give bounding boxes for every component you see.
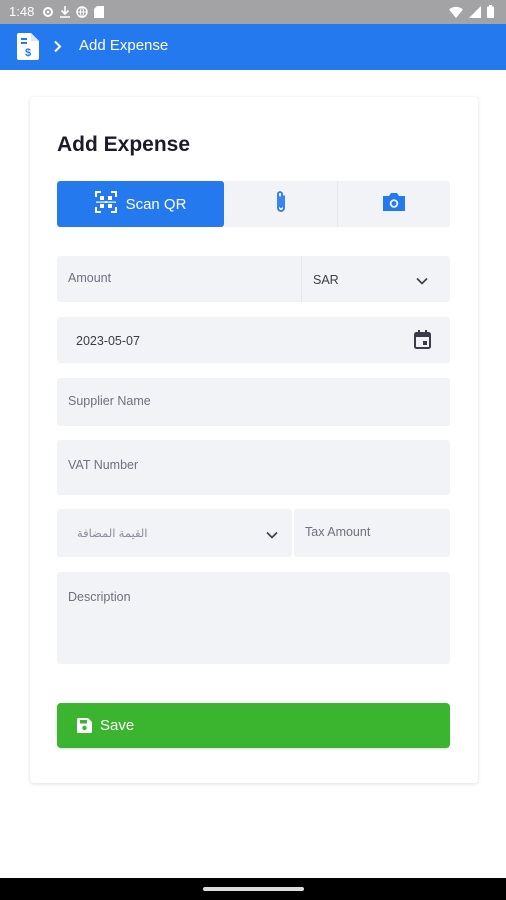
status-time: 1:48 [9, 4, 35, 19]
paperclip-icon [275, 190, 287, 219]
vat-type-select[interactable]: القيمة المضافة [57, 509, 292, 557]
invoice-dollar-icon[interactable]: $ [17, 33, 39, 65]
amount-currency-divider [301, 256, 302, 302]
vat-number-placeholder: VAT Number [68, 458, 139, 472]
save-button-label: Save [100, 717, 135, 734]
home-gesture-handle[interactable] [203, 887, 304, 891]
tax-amount-field[interactable]: Tax Amount [294, 509, 450, 557]
tax-amount-placeholder: Tax Amount [305, 525, 371, 539]
camera-icon [381, 191, 407, 218]
currency-select[interactable]: SAR [313, 273, 339, 287]
supplier-name-field[interactable]: Supplier Name [57, 378, 450, 426]
amount-placeholder: Amount [68, 271, 112, 285]
date-value: 2023-05-07 [76, 334, 140, 348]
chevron-down-icon[interactable] [266, 528, 278, 542]
app-bar: $ Add Expense [0, 24, 506, 70]
supplier-name-placeholder: Supplier Name [68, 394, 151, 408]
tab-camera[interactable] [338, 181, 450, 227]
tab-attach-file[interactable] [224, 181, 338, 227]
chevron-right-icon [53, 40, 62, 58]
floppy-disk-icon [77, 718, 92, 737]
battery-icon [487, 5, 494, 18]
qr-scan-icon [94, 191, 117, 217]
add-expense-card: Add Expense Scan QR Amount SAR 2023-05-0… [30, 97, 478, 783]
download-icon [60, 6, 70, 18]
date-field[interactable]: 2023-05-07 [57, 317, 450, 363]
description-placeholder: Description [68, 590, 131, 604]
save-button[interactable]: Save [57, 703, 450, 748]
vat-row: القيمة المضافة Tax Amount [57, 509, 450, 557]
gear-icon [43, 7, 53, 17]
system-nav-bar [0, 878, 506, 900]
app-bar-title: Add Expense [79, 37, 169, 54]
tab-scan-qr-label: Scan QR [125, 195, 187, 213]
input-mode-tabs: Scan QR [57, 181, 450, 227]
tab-scan-qr[interactable]: Scan QR [57, 181, 224, 227]
sd-card-icon [94, 6, 104, 18]
description-field[interactable]: Description [57, 572, 450, 664]
page-title: Add Expense [57, 133, 191, 156]
signal-icon [469, 5, 481, 18]
amount-field[interactable]: Amount SAR [57, 256, 450, 302]
vat-type-placeholder: القيمة المضافة [77, 528, 148, 540]
vat-number-field[interactable]: VAT Number [57, 440, 450, 495]
wifi-icon [449, 6, 463, 18]
calendar-icon[interactable] [414, 330, 431, 352]
status-bar: 1:48 [0, 0, 506, 24]
chevron-down-icon[interactable] [416, 274, 428, 288]
svg-text:$: $ [25, 47, 31, 59]
globe-icon [76, 6, 88, 18]
